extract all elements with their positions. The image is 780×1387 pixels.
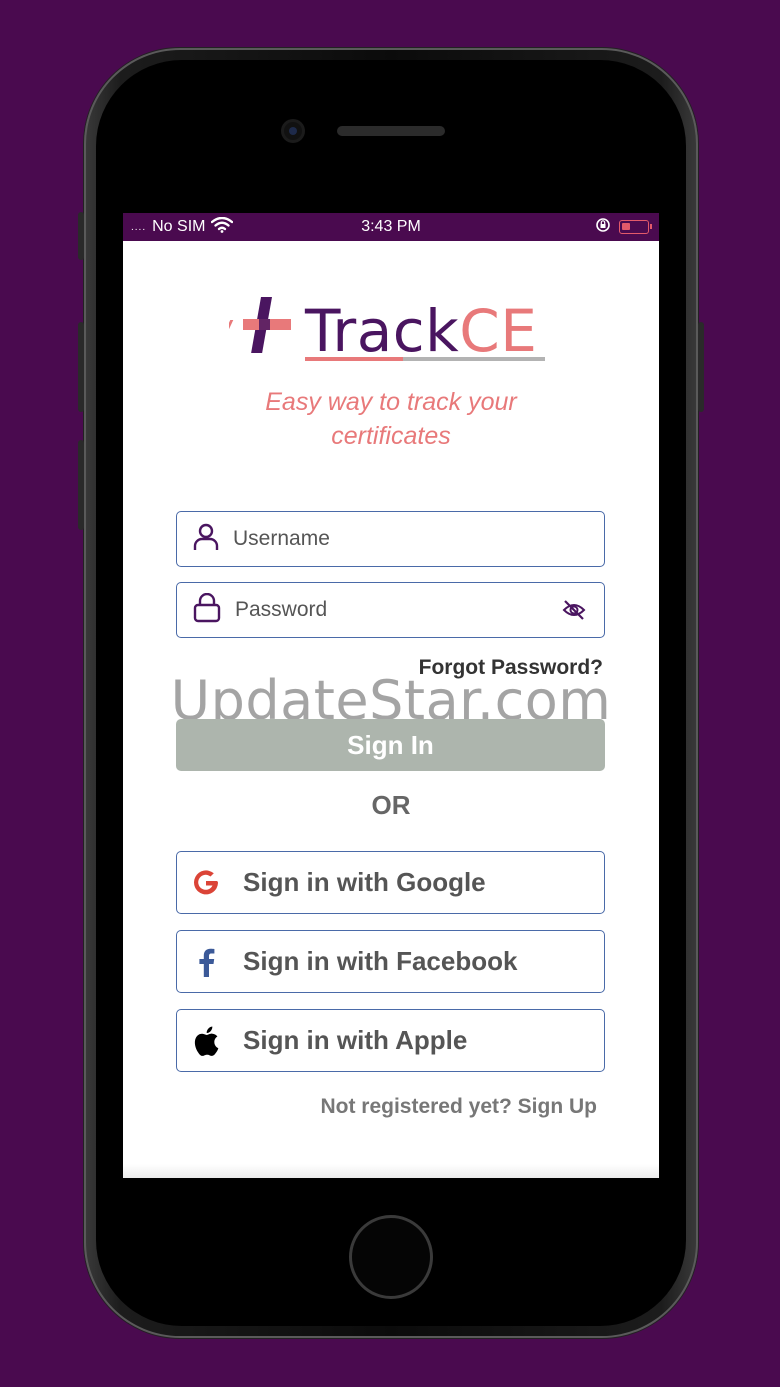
wifi-icon xyxy=(211,216,234,238)
home-button[interactable] xyxy=(349,1215,433,1299)
user-icon xyxy=(193,523,219,556)
status-left: .... No SIM xyxy=(131,216,234,238)
logo-underline-coral xyxy=(305,357,403,361)
tagline: Easy way to track your certificates xyxy=(123,385,659,453)
sign-up-link[interactable]: Not registered yet? Sign Up xyxy=(320,1095,597,1119)
app-logo: TrackCE xyxy=(229,293,549,365)
front-camera xyxy=(284,122,302,140)
cross-icon xyxy=(229,297,291,353)
sign-in-button[interactable]: Sign In xyxy=(176,719,605,771)
power-button xyxy=(698,322,704,412)
facebook-icon xyxy=(191,947,221,977)
apple-icon xyxy=(191,1026,221,1056)
status-bar: .... No SIM 3:43 PM xyxy=(123,213,659,241)
signal-dots: .... xyxy=(131,221,147,233)
brand-track: Track xyxy=(305,297,460,365)
eye-off-icon[interactable] xyxy=(562,598,586,627)
app-screen: .... No SIM 3:43 PM TrackCE Easy way to … xyxy=(123,213,659,1178)
bottom-shade xyxy=(123,1164,659,1178)
facebook-signin-button[interactable]: Sign in with Facebook xyxy=(176,930,605,993)
facebook-signin-label: Sign in with Facebook xyxy=(243,946,518,976)
google-icon xyxy=(191,868,221,898)
logo-underline-grey xyxy=(403,357,545,361)
google-signin-label: Sign in with Google xyxy=(243,867,486,897)
password-field[interactable] xyxy=(176,582,605,638)
carrier-label: No SIM xyxy=(152,218,206,235)
battery-charging-icon xyxy=(619,220,652,234)
earpiece-speaker xyxy=(337,126,445,136)
status-right xyxy=(595,217,652,238)
volume-up-button xyxy=(78,322,84,412)
username-field[interactable] xyxy=(176,511,605,567)
google-signin-button[interactable]: Sign in with Google xyxy=(176,851,605,914)
brand-ce: CE xyxy=(459,297,538,365)
mute-switch xyxy=(78,212,84,260)
or-divider: OR xyxy=(371,790,411,820)
volume-down-button xyxy=(78,440,84,530)
apple-signin-button[interactable]: Sign in with Apple xyxy=(176,1009,605,1072)
password-input[interactable] xyxy=(235,598,535,622)
tagline-text: Easy way to track your certificates xyxy=(265,388,517,450)
brand-wordmark: TrackCE xyxy=(305,297,537,365)
apple-signin-label: Sign in with Apple xyxy=(243,1025,468,1055)
orientation-lock-icon xyxy=(595,217,611,238)
username-input[interactable] xyxy=(233,527,533,551)
lock-icon xyxy=(193,592,221,628)
